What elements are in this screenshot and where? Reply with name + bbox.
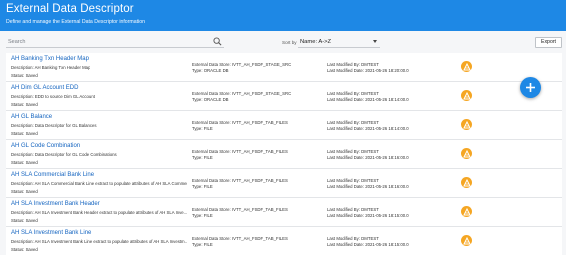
descriptor-modified-date: Last Modified Date: 2021-05-26 18:16:00.… [327,155,409,160]
chevron-down-icon [373,40,377,43]
actions-menu-icon[interactable] [461,90,472,101]
page-header: External Data Descriptor Define and mana… [0,0,566,31]
descriptor-modified-date: Last Modified Date: 2021-05-26 18:15:00.… [327,213,409,218]
descriptor-type: Type: FILE [192,242,213,247]
descriptor-type: Type: FILE [192,155,213,160]
descriptor-description: Description: EDD to source Dim GL Accoun… [11,94,95,99]
descriptor-modified-by: Last Modified By: DMTEST [327,120,379,125]
descriptor-modified-by: Last Modified By: DMTEST [327,149,379,154]
descriptor-data-store: External Data Store: IVTT_AH_FSDF_TAB_FI… [192,236,288,241]
list-item: AH GL Balance Description: Data Descript… [6,111,562,140]
descriptor-data-store: External Data Store: IVTT_AH_FSDF_TAB_FI… [192,149,288,154]
list-item: AH GL Code Combination Description: Data… [6,140,562,169]
descriptor-modified-date: Last Modified Date: 2021-05-26 18:14:00.… [327,97,409,102]
descriptor-list: AH Banking Txn Header Map Description: A… [6,53,562,255]
export-button[interactable]: Export [535,37,562,48]
descriptor-data-store: External Data Store: IVTT_AH_FSDF_TAB_FI… [192,178,288,183]
descriptor-type: Type: FILE [192,126,213,131]
page-subtitle: Define and manage the External Data Desc… [6,19,145,25]
descriptor-data-store: External Data Store: IVTT_AH_FSDF_STAGE_… [192,91,292,96]
descriptor-status: Status: Saved [11,217,38,223]
descriptor-modified-by: Last Modified By: DMTEST [327,207,379,212]
actions-menu-icon[interactable] [461,119,472,130]
descriptor-modified-by: Last Modified By: DMTEST [327,236,379,241]
descriptor-type: Type: ORACLE DB [192,97,229,102]
descriptor-type: Type: FILE [192,213,213,218]
descriptor-status: Status: Saved [11,159,38,165]
actions-menu-icon[interactable] [461,61,472,72]
list-item: AH SLA Investment Bank Line Description:… [6,227,562,255]
descriptor-modified-by: Last Modified By: DMTEST [327,178,379,183]
descriptor-type: Type: FILE [192,184,213,189]
sort-select-value: Name: A->Z [300,39,332,45]
descriptor-type: Type: ORACLE DB [192,68,229,73]
descriptor-name-link[interactable]: AH Dim GL Account EDD [11,85,78,91]
descriptor-name-link[interactable]: AH SLA Investment Bank Line [11,230,91,236]
list-item: AH SLA Commercial Bank Line Description:… [6,169,562,198]
descriptor-description: Description: AH SLA Investment Bank Line… [11,239,187,244]
add-descriptor-button[interactable] [520,77,541,98]
descriptor-modified-date: Last Modified Date: 2021-05-26 18:15:00.… [327,242,409,247]
actions-menu-icon[interactable] [461,177,472,188]
descriptor-description: Description: AH Banking Txn Header Map [11,65,91,70]
descriptor-name-link[interactable]: AH GL Balance [11,114,52,120]
descriptor-name-link[interactable]: AH GL Code Combination [11,143,80,149]
descriptor-description: Description: AH SLA Commercial Bank Line… [11,181,187,186]
list-item: AH SLA Investment Bank Header Descriptio… [6,198,562,227]
descriptor-description: Description: Data Descriptor for GL Code… [11,152,117,157]
descriptor-data-store: External Data Store: IVTT_AH_FSDF_TAB_FI… [192,120,288,125]
descriptor-status: Status: Saved [11,101,38,107]
descriptor-modified-date: Last Modified Date: 2021-05-26 18:20:00.… [327,68,409,73]
actions-menu-icon[interactable] [461,235,472,246]
descriptor-modified-date: Last Modified Date: 2021-05-26 18:16:00.… [327,184,409,189]
actions-menu-icon[interactable] [461,206,472,217]
descriptor-data-store: External Data Store: IVTT_AH_FSDF_TAB_FI… [192,207,288,212]
descriptor-status: Status: Saved [11,188,38,194]
descriptor-name-link[interactable]: AH SLA Commercial Bank Line [11,172,94,178]
actions-menu-icon[interactable] [461,148,472,159]
descriptor-data-store: External Data Store: IVTT_AH_FSDF_STAGE_… [192,62,292,67]
list-item: AH Banking Txn Header Map Description: A… [6,53,562,82]
descriptor-description: Description: AH SLA Investment Bank Head… [11,210,187,215]
descriptor-modified-by: Last Modified By: DMTEST [327,91,379,96]
descriptor-name-link[interactable]: AH Banking Txn Header Map [11,56,89,62]
list-item: AH Dim GL Account EDD Description: EDD t… [6,82,562,111]
descriptor-description: Description: Data Descriptor for GL Bala… [11,123,97,128]
search-icon[interactable] [213,37,222,46]
descriptor-modified-date: Last Modified Date: 2021-05-26 18:14:00.… [327,126,409,131]
search-input[interactable] [6,36,224,48]
descriptor-status: Status: Saved [11,72,38,78]
page-title: External Data Descriptor [6,3,134,15]
sort-label: Sort by [282,40,297,45]
toolbar: Sort by Name: A->Z Export [0,31,566,53]
plus-icon [526,83,535,92]
descriptor-modified-by: Last Modified By: DMTEST [327,62,379,67]
descriptor-name-link[interactable]: AH SLA Investment Bank Header [11,201,100,207]
sort-select[interactable]: Name: A->Z [298,37,380,48]
descriptor-status: Status: Saved [11,246,38,252]
descriptor-status: Status: Saved [11,130,38,136]
